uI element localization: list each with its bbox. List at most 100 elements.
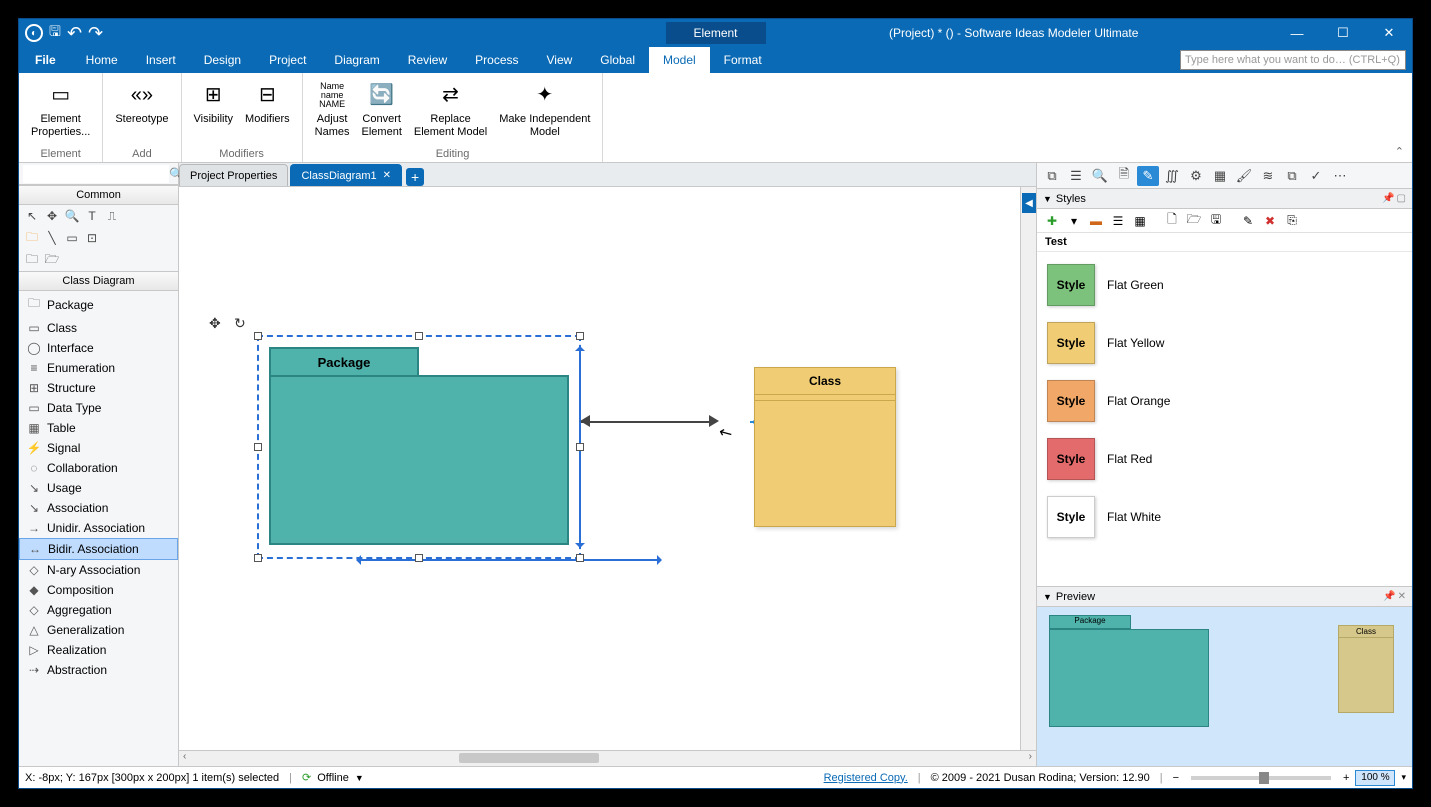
text-tool-icon[interactable]: T — [83, 207, 101, 225]
toolbox-search[interactable] — [23, 165, 169, 183]
class-element[interactable]: Class — [754, 367, 896, 527]
style-dropdown-icon[interactable]: ▾ — [1065, 212, 1083, 230]
chevron-down-icon[interactable]: ▼ — [1043, 194, 1052, 204]
toolbox-item-enumeration[interactable]: ≡Enumeration — [19, 358, 178, 378]
rp-hierarchy-icon[interactable]: ☰ — [1065, 166, 1087, 186]
panel-close-icon[interactable]: ▢ — [1397, 193, 1406, 204]
rp-brush-icon[interactable]: 🖌 — [1233, 166, 1255, 186]
rp-styles-icon[interactable]: ✎ — [1137, 166, 1159, 186]
add-tab-button[interactable]: + — [406, 168, 424, 186]
maximize-button[interactable]: ☐ — [1320, 19, 1366, 47]
edit-style-icon[interactable]: ✎ — [1239, 212, 1257, 230]
folder-tool-icon[interactable]: 🗀 — [23, 229, 41, 247]
toolbox-classdiagram-header[interactable]: Class Diagram — [19, 271, 178, 291]
registered-link[interactable]: Registered Copy. — [824, 772, 908, 784]
resize-handle[interactable] — [576, 332, 584, 340]
toolbox-item-class[interactable]: ▭Class — [19, 318, 178, 338]
style-item[interactable]: StyleFlat Red — [1041, 430, 1408, 488]
package2-tool-icon[interactable]: 🗁 — [43, 251, 61, 269]
style-grid-icon[interactable]: ▦ — [1131, 212, 1149, 230]
add-style-icon[interactable]: ✚ — [1043, 212, 1061, 230]
toolbox-common-header[interactable]: Common — [19, 185, 178, 205]
menu-review[interactable]: Review — [394, 47, 461, 73]
toolbox-item-collaboration[interactable]: ◌Collaboration — [19, 458, 178, 478]
menu-global[interactable]: Global — [586, 47, 649, 73]
save-style-icon[interactable]: 🖫 — [1207, 212, 1225, 230]
new-file-icon[interactable]: 🗋 — [1163, 212, 1181, 230]
rp-layers-icon[interactable]: ≋ — [1257, 166, 1279, 186]
move-tool-icon[interactable]: ✥ — [43, 207, 61, 225]
zoom-slider[interactable] — [1191, 776, 1331, 780]
status-offline[interactable]: Offline — [317, 772, 349, 784]
pin-icon[interactable]: 📌 — [1382, 193, 1394, 204]
toolbox-item-package[interactable]: 🗀Package — [19, 291, 178, 318]
toolbox-item-data-type[interactable]: ▭Data Type — [19, 398, 178, 418]
resize-handle[interactable] — [415, 332, 423, 340]
redo-icon[interactable]: ↷ — [88, 23, 103, 44]
rotate-handle-icon[interactable]: ↻ — [234, 315, 246, 332]
convert-element-button[interactable]: 🔄 Convert Element — [358, 77, 406, 141]
note-tool-icon[interactable]: ▭ — [63, 229, 81, 247]
zoom-input[interactable] — [1355, 770, 1395, 786]
pin-icon[interactable]: 📌 — [1383, 591, 1395, 602]
toolbox-item-signal[interactable]: ⚡Signal — [19, 438, 178, 458]
rp-doc-icon[interactable]: 🗎 — [1113, 166, 1135, 186]
sync-icon[interactable]: ⟳ — [302, 771, 311, 784]
toolbox-item-usage[interactable]: ↘Usage — [19, 478, 178, 498]
pointer-tool-icon[interactable]: ↖ — [23, 207, 41, 225]
style-list-icon[interactable]: ☰ — [1109, 212, 1127, 230]
menu-file[interactable]: File — [19, 47, 72, 73]
context-tab-element[interactable]: Element — [665, 22, 765, 44]
menu-project[interactable]: Project — [255, 47, 320, 73]
tab-project-properties[interactable]: Project Properties — [179, 164, 288, 186]
toolbox-item-association[interactable]: ↘Association — [19, 498, 178, 518]
undo-icon[interactable]: ↶ — [67, 23, 82, 44]
menu-view[interactable]: View — [533, 47, 587, 73]
replace-element-button[interactable]: ⇄ Replace Element Model — [410, 77, 491, 141]
help-search[interactable]: Type here what you want to do… (CTRL+Q) — [1180, 50, 1406, 70]
apply-style-icon[interactable]: ⎘ — [1283, 212, 1301, 230]
menu-home[interactable]: Home — [72, 47, 132, 73]
toolbox-item-n-ary-association[interactable]: ◇N-ary Association — [19, 560, 178, 580]
adjust-names-button[interactable]: NamenameNAME Adjust Names — [311, 77, 354, 141]
toolbox-item-structure[interactable]: ⊞Structure — [19, 378, 178, 398]
element-properties-button[interactable]: ▭ Element Properties... — [27, 77, 94, 141]
visibility-button[interactable]: ⊞ Visibility — [190, 77, 238, 128]
rp-tree-icon[interactable]: ⧉ — [1041, 166, 1063, 186]
menu-diagram[interactable]: Diagram — [320, 47, 393, 73]
stereotype-button[interactable]: «» Stereotype — [111, 77, 172, 128]
package-element[interactable]: Package — [269, 347, 569, 547]
chevron-down-icon[interactable]: ▼ — [1043, 592, 1052, 602]
resize-handle[interactable] — [254, 554, 262, 562]
rp-grid-icon[interactable]: ▦ — [1209, 166, 1231, 186]
resize-handle[interactable] — [254, 332, 262, 340]
menu-process[interactable]: Process — [461, 47, 532, 73]
menu-model[interactable]: Model — [649, 47, 710, 73]
rp-more-icon[interactable]: ⋯ — [1329, 166, 1351, 186]
menu-design[interactable]: Design — [190, 47, 255, 73]
panel-close-icon[interactable]: ✕ — [1398, 591, 1406, 602]
horizontal-scrollbar[interactable]: ‹ › — [179, 750, 1036, 766]
toolbox-item-generalization[interactable]: △Generalization — [19, 620, 178, 640]
toolbox-item-aggregation[interactable]: ◇Aggregation — [19, 600, 178, 620]
toolbox-item-realization[interactable]: ▷Realization — [19, 640, 178, 660]
toolbox-item-composition[interactable]: ◆Composition — [19, 580, 178, 600]
frame-tool-icon[interactable]: ⊡ — [83, 229, 101, 247]
make-independent-button[interactable]: ✦ Make Independent Model — [495, 77, 594, 141]
vertical-scrollbar[interactable] — [1020, 187, 1036, 750]
delete-style-icon[interactable]: ✖ — [1261, 212, 1279, 230]
diagram-canvas[interactable]: ✥ ↻ Package — [179, 187, 1020, 750]
rp-search-icon[interactable]: 🔍 — [1089, 166, 1111, 186]
toolbox-item-abstraction[interactable]: ⇢Abstraction — [19, 660, 178, 680]
menu-format[interactable]: Format — [710, 47, 776, 73]
tab-classdiagram1[interactable]: ClassDiagram1 ✕ — [290, 164, 402, 186]
style-item[interactable]: StyleFlat White — [1041, 488, 1408, 546]
anchor-tool-icon[interactable]: ⎍ — [103, 207, 121, 225]
style-item[interactable]: StyleFlat Orange — [1041, 372, 1408, 430]
toolbox-item-interface[interactable]: ◯Interface — [19, 338, 178, 358]
close-icon[interactable]: ✕ — [383, 170, 391, 181]
zoom-tool-icon[interactable]: 🔍 — [63, 207, 81, 225]
zoom-dropdown-icon[interactable]: ▾ — [1401, 772, 1406, 783]
resize-handle[interactable] — [254, 443, 262, 451]
modifiers-button[interactable]: ⊟ Modifiers — [241, 77, 294, 128]
